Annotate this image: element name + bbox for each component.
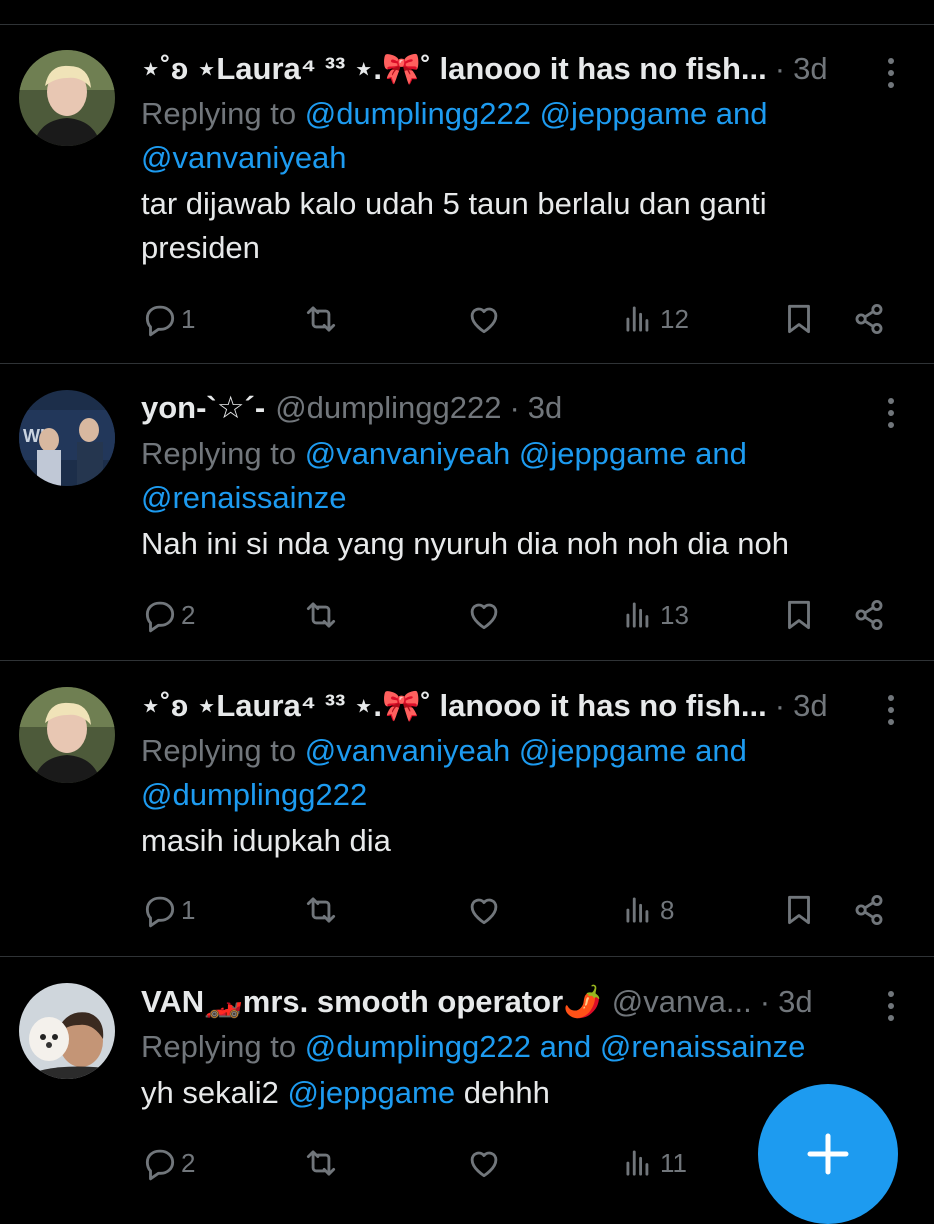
tweet-text: Nah ini si nda yang nyuruh dia noh noh d…: [141, 526, 790, 561]
retweet-icon: [302, 300, 340, 338]
heart-icon: [465, 596, 503, 634]
views-count: 8: [660, 894, 675, 925]
retweet-icon: [302, 596, 340, 634]
tweet[interactable]: ⋆˚ʚ ⋆Laura⁴ ³³ ⋆.🎀˚ lanooo it has no fis…: [0, 24, 934, 364]
heart-icon: [465, 300, 503, 338]
reply-button[interactable]: 2: [141, 596, 195, 634]
share-button[interactable]: [850, 300, 888, 338]
reply-mentions[interactable]: @vanvaniyeah @jeppgame and: [305, 436, 747, 471]
retweet-button[interactable]: [302, 891, 340, 929]
more-options-icon[interactable]: [888, 398, 896, 434]
tweet-text: tar dijawab kalo udah 5 taun berlalu dan…: [141, 186, 767, 265]
views-button[interactable]: 13: [620, 596, 689, 634]
like-button[interactable]: [465, 596, 503, 634]
more-options-icon[interactable]: [888, 58, 896, 94]
views-button[interactable]: 11: [620, 1144, 687, 1182]
views-icon: [620, 891, 658, 929]
handle[interactable]: @vanva...: [612, 984, 752, 1020]
mention-link[interactable]: @jeppgame: [287, 1075, 455, 1110]
bookmark-icon: [780, 891, 818, 929]
avatar[interactable]: [19, 983, 115, 1079]
tweet-text: yh sekali2 @jeppgame dehhh: [141, 1075, 550, 1110]
like-button[interactable]: [465, 891, 503, 929]
top-divider: [0, 0, 934, 25]
handle[interactable]: @dumplingg222: [275, 390, 501, 426]
reply-icon: [141, 596, 179, 634]
views-count: 11: [660, 1147, 687, 1178]
reply-count: 1: [181, 894, 196, 925]
share-button[interactable]: [850, 596, 888, 634]
timestamp[interactable]: 3d: [793, 51, 827, 87]
plus-icon: [807, 1133, 849, 1175]
more-options-icon[interactable]: [888, 695, 896, 731]
heart-icon: [465, 1144, 503, 1182]
timestamp[interactable]: 3d: [793, 688, 827, 724]
reply-mentions[interactable]: @dumplingg222 @jeppgame and: [305, 96, 768, 131]
tweet[interactable]: ⋆˚ʚ ⋆Laura⁴ ³³ ⋆.🎀˚ lanooo it has no fis…: [0, 661, 934, 957]
reply-mentions[interactable]: @dumplingg222: [141, 777, 367, 812]
views-button[interactable]: 12: [620, 300, 689, 338]
action-bar: 2 13: [0, 596, 934, 640]
views-count: 13: [660, 599, 689, 630]
reply-count: 2: [181, 1147, 196, 1178]
avatar[interactable]: WIL: [19, 390, 115, 486]
display-name[interactable]: VAN🏎️mrs. smooth operator🌶️: [141, 983, 602, 1020]
more-options-icon[interactable]: [888, 991, 896, 1027]
like-button[interactable]: [465, 300, 503, 338]
tweet[interactable]: WIL yon-`☆´- @dumplingg222 · 3d Replying…: [0, 364, 934, 661]
heart-icon: [465, 891, 503, 929]
reply-button[interactable]: 2: [141, 1144, 195, 1182]
retweet-icon: [302, 891, 340, 929]
reply-icon: [141, 891, 179, 929]
reply-mentions[interactable]: @vanvaniyeah: [141, 140, 347, 175]
reply-mentions[interactable]: @dumplingg222 and @renaissainze: [305, 1029, 806, 1064]
tweet-text: masih idupkah dia: [141, 823, 391, 858]
share-icon: [850, 300, 888, 338]
avatar[interactable]: [19, 687, 115, 783]
retweet-button[interactable]: [302, 300, 340, 338]
reply-count: 2: [181, 599, 196, 630]
reply-count: 1: [181, 303, 196, 334]
views-icon: [620, 1144, 658, 1182]
share-button[interactable]: [850, 891, 888, 929]
views-button[interactable]: 8: [620, 891, 674, 929]
reply-button[interactable]: 1: [141, 891, 195, 929]
retweet-button[interactable]: [302, 596, 340, 634]
bookmark-button[interactable]: [780, 300, 818, 338]
replying-to: Replying to @dumplingg222 @jeppgame and …: [141, 96, 768, 175]
views-count: 12: [660, 303, 689, 334]
share-icon: [850, 891, 888, 929]
reply-icon: [141, 300, 179, 338]
reply-icon: [141, 1144, 179, 1182]
retweet-icon: [302, 1144, 340, 1182]
bookmark-button[interactable]: [780, 891, 818, 929]
replying-to: Replying to @vanvaniyeah @jeppgame and @…: [141, 436, 747, 515]
views-icon: [620, 300, 658, 338]
action-bar: 18: [0, 891, 934, 935]
views-icon: [620, 596, 658, 634]
display-name[interactable]: ⋆˚ʚ ⋆Laura⁴ ³³ ⋆.🎀˚ lanooo it has no fis…: [141, 687, 767, 724]
replying-to: Replying to @vanvaniyeah @jeppgame and @…: [141, 733, 747, 812]
display-name[interactable]: yon-`☆´-: [141, 390, 265, 426]
like-button[interactable]: [465, 1144, 503, 1182]
replying-to: Replying to @dumplingg222 and @renaissai…: [141, 1029, 806, 1064]
reply-mentions[interactable]: @vanvaniyeah @jeppgame and: [305, 733, 747, 768]
avatar[interactable]: [19, 50, 115, 146]
retweet-button[interactable]: [302, 1144, 340, 1182]
share-icon: [850, 596, 888, 634]
action-bar: 1 12: [0, 300, 934, 344]
reply-button[interactable]: 1: [141, 300, 195, 338]
reply-mentions[interactable]: @renaissainze: [141, 480, 347, 515]
display-name[interactable]: ⋆˚ʚ ⋆Laura⁴ ³³ ⋆.🎀˚ lanooo it has no fis…: [141, 50, 767, 87]
bookmark-icon: [780, 596, 818, 634]
bookmark-icon: [780, 300, 818, 338]
bookmark-button[interactable]: [780, 596, 818, 634]
compose-button[interactable]: [758, 1084, 898, 1224]
timestamp[interactable]: 3d: [528, 390, 562, 426]
timestamp[interactable]: 3d: [778, 984, 812, 1020]
